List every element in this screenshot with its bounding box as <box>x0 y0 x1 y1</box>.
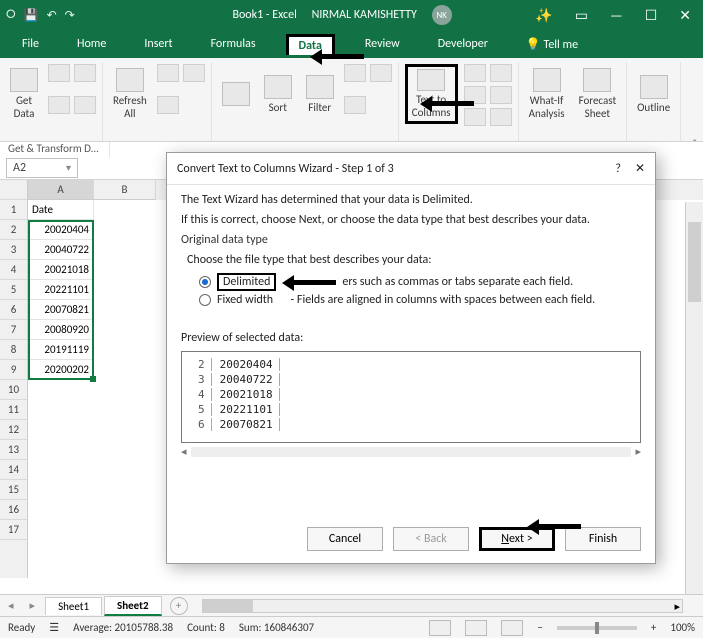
horizontal-scrollbar[interactable]: ◂▸ <box>202 599 683 613</box>
dialog-title: Convert Text to Columns Wizard - Step 1 … <box>177 162 394 176</box>
filter-button[interactable]: Filter <box>302 64 338 124</box>
cell-A8[interactable]: 20191119 <box>28 340 94 360</box>
tab-home[interactable]: Home <box>69 33 114 55</box>
close-icon[interactable]: ✕ <box>673 7 697 24</box>
user-name: NIRMAL KAMISHETTY <box>312 8 417 22</box>
back-button[interactable]: < Back <box>393 527 469 551</box>
cell-A3[interactable]: 20040722 <box>28 240 94 260</box>
annotation-arrow-delimited <box>282 275 336 289</box>
cell-A5[interactable]: 20221101 <box>28 280 94 300</box>
status-count: Count: 8 <box>187 621 225 634</box>
delim-desc: ers such as commas or tabs separate each… <box>342 275 573 289</box>
annotation-arrow-next <box>527 519 581 533</box>
sheet-nav-prev-icon[interactable]: ◂ <box>0 599 22 612</box>
search-icon[interactable]: ✨ <box>529 7 558 24</box>
cell-A4[interactable]: 20021018 <box>28 260 94 280</box>
dialog-line1: The Text Wizard has determined that your… <box>181 193 641 207</box>
view-break-icon[interactable] <box>501 620 523 636</box>
cell-A7[interactable]: 20080920 <box>28 320 94 340</box>
ribbon-group-label-get: Get & Transform D... <box>2 140 110 157</box>
status-average: Average: 20105788.38 <box>73 621 173 634</box>
annotation-arrow-textcols <box>420 96 474 110</box>
radio-fixed[interactable] <box>199 294 211 306</box>
redo-icon[interactable]: ↷ <box>65 8 75 23</box>
text-to-columns-button[interactable]: Text to Columns <box>405 64 458 124</box>
collapse-ribbon-icon[interactable]: ˇ <box>692 138 697 152</box>
save-icon[interactable]: 💾 <box>24 8 39 23</box>
sheet-nav-next-icon[interactable]: ▸ <box>22 599 44 612</box>
cell-A1[interactable]: Date <box>28 200 94 220</box>
sort-button[interactable]: Sort <box>260 64 296 124</box>
outline-button[interactable]: Outline <box>633 64 674 124</box>
tab-insert[interactable]: Insert <box>136 33 180 55</box>
get-data-subicons[interactable] <box>48 64 96 124</box>
view-layout-icon[interactable] <box>465 620 487 636</box>
whatif-button[interactable]: What-If Analysis <box>525 64 569 124</box>
preview-label: Preview of selected data: <box>181 331 641 345</box>
help-icon[interactable]: ? <box>615 162 621 176</box>
zoom-out-icon[interactable]: − <box>537 621 542 634</box>
annotation-arrow-data <box>310 49 364 63</box>
status-ready: Ready <box>8 621 35 634</box>
maximize-icon[interactable]: ☐ <box>639 7 664 24</box>
sheet-tab-sheet2[interactable]: Sheet2 <box>104 596 162 616</box>
sheet-tab-bar: ◂ ▸ Sheet1 Sheet2 + ◂▸ <box>0 594 703 616</box>
dialog-line2: If this is correct, choose Next, or choo… <box>181 213 641 227</box>
tab-tellme[interactable]: 💡 Tell me <box>518 33 586 56</box>
zoom-in-icon[interactable]: + <box>651 621 656 634</box>
get-data-button[interactable]: Get Data <box>6 64 42 124</box>
radio-delimited[interactable] <box>199 276 211 288</box>
doc-title: Book1 - Excel <box>232 8 296 22</box>
tab-review[interactable]: Review <box>357 33 408 55</box>
name-box[interactable]: A2▾ <box>6 158 78 178</box>
dialog-close-icon[interactable]: ✕ <box>635 161 645 176</box>
cell-A6[interactable]: 20070821 <box>28 300 94 320</box>
status-bar: Ready ☰ Average: 20105788.38 Count: 8 Su… <box>0 616 703 638</box>
cell-A9[interactable]: 20200202 <box>28 360 94 380</box>
fixed-desc: - Fields are aligned in columns with spa… <box>291 293 596 307</box>
sort-az-button[interactable] <box>218 64 254 124</box>
ribbon-options-icon[interactable]: ▭ <box>569 7 594 24</box>
vertical-scrollbar[interactable] <box>685 202 703 594</box>
choose-label: Choose the file type that best describes… <box>187 253 641 267</box>
status-sum: Sum: 160846307 <box>239 621 314 634</box>
preview-scrollbar[interactable]: ◂▸ <box>181 445 641 458</box>
autosave-toggle[interactable]: ⭘ <box>6 8 16 22</box>
delimited-label[interactable]: Delimited <box>217 273 276 291</box>
title-bar: ⭘ 💾 ↶ ↷ Book1 - Excel NIRMAL KAMISHETTY … <box>0 0 703 30</box>
filter-subicons[interactable] <box>344 64 392 124</box>
zoom-level[interactable]: 100% <box>670 621 695 634</box>
forecast-button[interactable]: Forecast Sheet <box>575 64 621 124</box>
cell-A2[interactable]: 20020404 <box>28 220 94 240</box>
row-headers[interactable]: 123456789 1011121314151617 <box>0 180 28 578</box>
accessibility-icon[interactable]: ☰ <box>49 621 59 634</box>
tab-developer[interactable]: Developer <box>430 33 496 55</box>
fixed-label[interactable]: Fixed width <box>217 293 273 307</box>
view-normal-icon[interactable] <box>429 620 451 636</box>
data-tools-subicons[interactable] <box>464 64 512 126</box>
avatar[interactable]: NK <box>432 5 452 25</box>
text-to-columns-dialog: Convert Text to Columns Wizard - Step 1 … <box>166 152 656 564</box>
sheet-tab-sheet1[interactable]: Sheet1 <box>45 597 102 615</box>
orig-type-label: Original data type <box>181 233 641 247</box>
queries-subicons[interactable] <box>157 64 205 124</box>
new-sheet-button[interactable]: + <box>170 597 188 615</box>
cancel-button[interactable]: Cancel <box>307 527 383 551</box>
tab-formulas[interactable]: Formulas <box>203 33 264 55</box>
undo-icon[interactable]: ↶ <box>47 8 57 23</box>
tab-file[interactable]: File <box>14 33 47 55</box>
preview-box: 220020404 320040722 420021018 520221101 … <box>181 351 641 443</box>
zoom-slider[interactable] <box>557 626 637 630</box>
ribbon: Get Data Refresh All Sort Filter <box>0 58 703 142</box>
refresh-all-button[interactable]: Refresh All <box>109 64 151 124</box>
minimize-icon[interactable]: — <box>604 7 629 24</box>
